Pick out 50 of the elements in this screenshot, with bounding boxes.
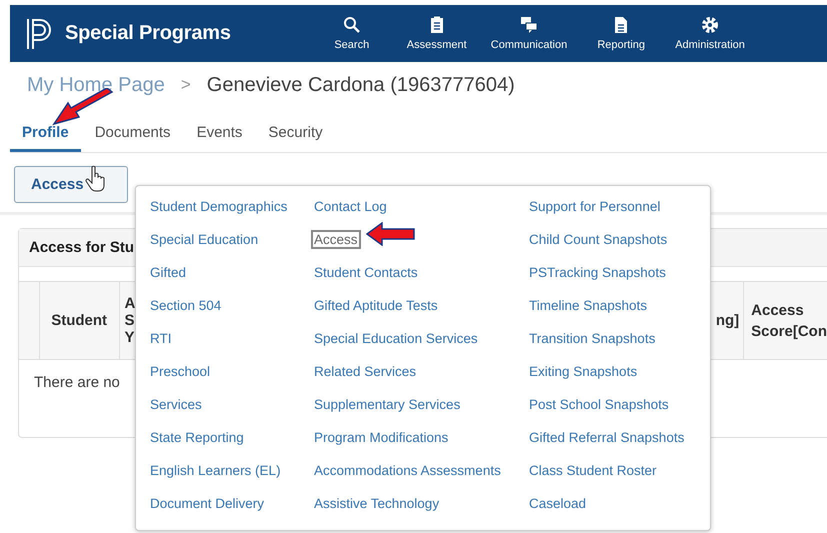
tab[interactable]: Security — [256, 119, 335, 152]
menu-item[interactable]: Class Student Roster — [526, 461, 660, 480]
menu-item[interactable]: Post School Snapshots — [526, 395, 672, 414]
menu-item[interactable]: Program Modifications — [311, 428, 452, 447]
menu-item[interactable]: Caseload — [526, 494, 590, 513]
tab[interactable]: Documents — [82, 119, 183, 152]
menu-item[interactable]: Preschool — [147, 362, 214, 381]
menu-item[interactable]: Services — [147, 395, 205, 414]
menu-item[interactable]: Gifted Referral Snapshots — [526, 428, 688, 447]
column-header: ng] — [714, 311, 740, 331]
chat-icon — [520, 16, 538, 34]
search-icon — [342, 16, 361, 34]
settings-icon — [701, 16, 720, 34]
menu-item[interactable]: Related Services — [311, 362, 420, 381]
menu-item[interactable]: Support for Personnel — [526, 197, 664, 216]
empty-message: There are no — [34, 374, 120, 391]
nav-item[interactable]: Search — [312, 16, 391, 51]
menu-item[interactable]: Special Education — [147, 230, 262, 249]
menu-item[interactable]: RTI — [147, 329, 175, 348]
breadcrumb-link[interactable]: My Home Page — [27, 74, 165, 96]
clipboard-icon — [430, 16, 444, 34]
menu-item[interactable]: Transition Snapshots — [526, 329, 658, 348]
nav-item[interactable]: Assessment — [398, 16, 476, 51]
nav-item[interactable]: Administration — [667, 16, 753, 51]
pointer-arrow — [366, 222, 416, 246]
tab[interactable]: Events — [184, 119, 254, 152]
menu-item[interactable]: Supplementary Services — [311, 395, 464, 414]
menu-item[interactable]: English Learners (EL) — [147, 461, 284, 480]
page-title: Genevieve Cardona (1963777604) — [206, 74, 515, 96]
menu-item[interactable]: Accommodations Assessments — [311, 461, 504, 480]
access-button[interactable]: Access — [14, 166, 128, 203]
menu-item[interactable]: State Reporting — [147, 428, 247, 447]
menu-item[interactable]: Assistive Technology — [311, 494, 442, 513]
column-header: Access Score[Con — [743, 282, 827, 359]
nav-item[interactable]: Reporting — [582, 16, 660, 51]
menu-item[interactable]: Exiting Snapshots — [526, 362, 640, 381]
nav-item[interactable]: Communication — [482, 16, 576, 51]
menu-item[interactable]: Access — [311, 230, 361, 249]
menu-item[interactable]: Timeline Snapshots — [526, 296, 650, 315]
menu-item[interactable]: Student Demographics — [147, 197, 290, 216]
app-title: Special Programs — [65, 22, 231, 45]
column-header: Student — [38, 282, 118, 359]
breadcrumb-separator: > — [180, 75, 191, 95]
menu-item[interactable]: Document Delivery — [147, 494, 268, 513]
menu-item[interactable]: Gifted Aptitude Tests — [311, 296, 441, 315]
menu-item[interactable]: Contact Log — [311, 197, 390, 216]
menu-item[interactable]: Section 504 — [147, 296, 224, 315]
menu-item[interactable]: Child Count Snapshots — [526, 230, 670, 249]
menu-item[interactable]: Special Education Services — [311, 329, 481, 348]
document-icon — [614, 16, 628, 34]
